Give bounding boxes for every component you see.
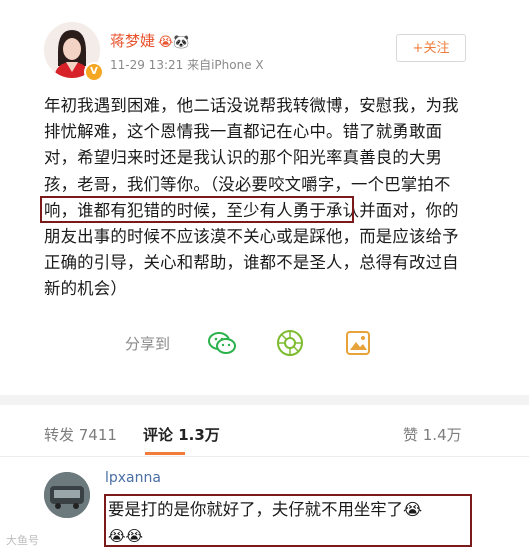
wechat-icon[interactable] <box>206 327 238 359</box>
tab-repost[interactable]: 转发 7411 <box>44 424 117 445</box>
commenter-avatar[interactable] <box>44 472 90 518</box>
share-label: 分享到 <box>125 335 171 353</box>
author-name-row[interactable]: 蒋梦婕 😭🐼 <box>110 30 189 51</box>
moments-icon[interactable] <box>274 327 306 359</box>
author-name[interactable]: 蒋梦婕 <box>110 32 155 50</box>
tab-divider <box>0 456 529 457</box>
verified-badge-icon: V <box>84 62 104 82</box>
commenter-name[interactable]: lpxanna <box>105 470 161 486</box>
album-icon[interactable] <box>342 327 374 359</box>
comment-annotation-box <box>104 494 472 547</box>
highlight-annotation-box <box>40 196 354 223</box>
commenter-avatar-image <box>44 472 90 518</box>
post-meta: 11-29 13:21 来自iPhone X <box>110 58 264 72</box>
name-emoji-icons: 😭🐼 <box>158 35 190 50</box>
watermark-logo: 大鱼号 <box>6 534 39 547</box>
active-tab-indicator <box>145 452 185 455</box>
section-divider <box>0 395 529 405</box>
tab-comments[interactable]: 评论 1.3万 <box>143 424 220 445</box>
tab-likes[interactable]: 赞 1.4万 <box>403 424 462 445</box>
follow-button[interactable]: +关注 <box>396 34 466 62</box>
